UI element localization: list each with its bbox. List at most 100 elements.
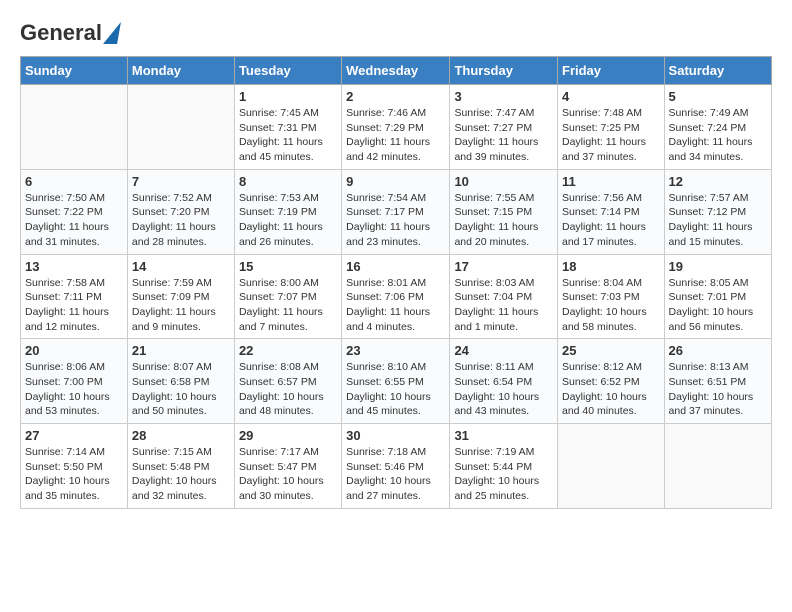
calendar-day-cell: 11 Sunrise: 7:56 AM Sunset: 7:14 PM Dayli… bbox=[558, 169, 665, 254]
calendar-header-row: SundayMondayTuesdayWednesdayThursdayFrid… bbox=[21, 57, 772, 85]
day-number: 30 bbox=[346, 428, 445, 443]
calendar-day-cell: 3 Sunrise: 7:47 AM Sunset: 7:27 PM Daylig… bbox=[450, 85, 558, 170]
day-info: Sunrise: 7:54 AM Sunset: 7:17 PM Dayligh… bbox=[346, 191, 445, 250]
day-number: 24 bbox=[454, 343, 553, 358]
calendar-header-thursday: Thursday bbox=[450, 57, 558, 85]
day-number: 18 bbox=[562, 259, 660, 274]
day-info: Sunrise: 8:01 AM Sunset: 7:06 PM Dayligh… bbox=[346, 276, 445, 335]
day-info: Sunrise: 7:45 AM Sunset: 7:31 PM Dayligh… bbox=[239, 106, 337, 165]
day-number: 21 bbox=[132, 343, 230, 358]
calendar-header-friday: Friday bbox=[558, 57, 665, 85]
day-info: Sunrise: 7:55 AM Sunset: 7:15 PM Dayligh… bbox=[454, 191, 553, 250]
calendar-day-cell: 7 Sunrise: 7:52 AM Sunset: 7:20 PM Daylig… bbox=[127, 169, 234, 254]
calendar-day-cell: 13 Sunrise: 7:58 AM Sunset: 7:11 PM Dayli… bbox=[21, 254, 128, 339]
calendar-day-cell: 2 Sunrise: 7:46 AM Sunset: 7:29 PM Daylig… bbox=[342, 85, 450, 170]
day-info: Sunrise: 7:14 AM Sunset: 5:50 PM Dayligh… bbox=[25, 445, 123, 504]
calendar-day-cell: 22 Sunrise: 8:08 AM Sunset: 6:57 PM Dayli… bbox=[234, 339, 341, 424]
day-info: Sunrise: 7:52 AM Sunset: 7:20 PM Dayligh… bbox=[132, 191, 230, 250]
calendar-day-cell: 9Sunrise: 7:54 AM Sunset: 7:17 PM Daylig… bbox=[342, 169, 450, 254]
day-info: Sunrise: 8:03 AM Sunset: 7:04 PM Dayligh… bbox=[454, 276, 553, 335]
calendar-day-cell: 12 Sunrise: 7:57 AM Sunset: 7:12 PM Dayli… bbox=[664, 169, 771, 254]
calendar-body: 1Sunrise: 7:45 AM Sunset: 7:31 PM Daylig… bbox=[21, 85, 772, 509]
calendar-day-cell: 19Sunrise: 8:05 AM Sunset: 7:01 PM Dayli… bbox=[664, 254, 771, 339]
day-number: 6 bbox=[25, 174, 123, 189]
calendar-week-row: 6 Sunrise: 7:50 AM Sunset: 7:22 PM Daylig… bbox=[21, 169, 772, 254]
calendar-day-cell: 29Sunrise: 7:17 AM Sunset: 5:47 PM Dayli… bbox=[234, 424, 341, 509]
day-number: 5 bbox=[669, 89, 767, 104]
day-info: Sunrise: 8:07 AM Sunset: 6:58 PM Dayligh… bbox=[132, 360, 230, 419]
calendar-day-cell bbox=[21, 85, 128, 170]
day-info: Sunrise: 7:19 AM Sunset: 5:44 PM Dayligh… bbox=[454, 445, 553, 504]
day-number: 3 bbox=[454, 89, 553, 104]
day-info: Sunrise: 7:57 AM Sunset: 7:12 PM Dayligh… bbox=[669, 191, 767, 250]
day-number: 13 bbox=[25, 259, 123, 274]
day-number: 17 bbox=[454, 259, 553, 274]
calendar-day-cell: 21 Sunrise: 8:07 AM Sunset: 6:58 PM Dayli… bbox=[127, 339, 234, 424]
calendar-day-cell: 25Sunrise: 8:12 AM Sunset: 6:52 PM Dayli… bbox=[558, 339, 665, 424]
day-number: 14 bbox=[132, 259, 230, 274]
calendar-day-cell: 27Sunrise: 7:14 AM Sunset: 5:50 PM Dayli… bbox=[21, 424, 128, 509]
day-info: Sunrise: 8:12 AM Sunset: 6:52 PM Dayligh… bbox=[562, 360, 660, 419]
calendar-header-saturday: Saturday bbox=[664, 57, 771, 85]
day-number: 2 bbox=[346, 89, 445, 104]
day-number: 16 bbox=[346, 259, 445, 274]
day-number: 10 bbox=[454, 174, 553, 189]
calendar-day-cell: 10 Sunrise: 7:55 AM Sunset: 7:15 PM Dayli… bbox=[450, 169, 558, 254]
calendar-week-row: 27Sunrise: 7:14 AM Sunset: 5:50 PM Dayli… bbox=[21, 424, 772, 509]
logo-general: General bbox=[20, 20, 102, 46]
calendar-week-row: 20 Sunrise: 8:06 AM Sunset: 7:00 PM Dayli… bbox=[21, 339, 772, 424]
day-info: Sunrise: 8:08 AM Sunset: 6:57 PM Dayligh… bbox=[239, 360, 337, 419]
day-info: Sunrise: 7:58 AM Sunset: 7:11 PM Dayligh… bbox=[25, 276, 123, 335]
day-info: Sunrise: 7:49 AM Sunset: 7:24 PM Dayligh… bbox=[669, 106, 767, 165]
day-info: Sunrise: 7:59 AM Sunset: 7:09 PM Dayligh… bbox=[132, 276, 230, 335]
day-info: Sunrise: 7:56 AM Sunset: 7:14 PM Dayligh… bbox=[562, 191, 660, 250]
day-number: 11 bbox=[562, 174, 660, 189]
calendar-day-cell: 18 Sunrise: 8:04 AM Sunset: 7:03 PM Dayli… bbox=[558, 254, 665, 339]
calendar-day-cell: 30 Sunrise: 7:18 AM Sunset: 5:46 PM Dayli… bbox=[342, 424, 450, 509]
calendar-day-cell bbox=[664, 424, 771, 509]
day-info: Sunrise: 8:04 AM Sunset: 7:03 PM Dayligh… bbox=[562, 276, 660, 335]
day-number: 31 bbox=[454, 428, 553, 443]
calendar-day-cell: 5 Sunrise: 7:49 AM Sunset: 7:24 PM Daylig… bbox=[664, 85, 771, 170]
day-number: 26 bbox=[669, 343, 767, 358]
day-number: 12 bbox=[669, 174, 767, 189]
day-number: 23 bbox=[346, 343, 445, 358]
calendar-header-sunday: Sunday bbox=[21, 57, 128, 85]
calendar-day-cell: 16 Sunrise: 8:01 AM Sunset: 7:06 PM Dayli… bbox=[342, 254, 450, 339]
calendar-day-cell: 23 Sunrise: 8:10 AM Sunset: 6:55 PM Dayli… bbox=[342, 339, 450, 424]
day-number: 8 bbox=[239, 174, 337, 189]
calendar-day-cell: 17 Sunrise: 8:03 AM Sunset: 7:04 PM Dayli… bbox=[450, 254, 558, 339]
day-info: Sunrise: 7:50 AM Sunset: 7:22 PM Dayligh… bbox=[25, 191, 123, 250]
day-number: 22 bbox=[239, 343, 337, 358]
calendar-day-cell: 8Sunrise: 7:53 AM Sunset: 7:19 PM Daylig… bbox=[234, 169, 341, 254]
day-info: Sunrise: 8:06 AM Sunset: 7:00 PM Dayligh… bbox=[25, 360, 123, 419]
day-number: 20 bbox=[25, 343, 123, 358]
calendar-day-cell: 14 Sunrise: 7:59 AM Sunset: 7:09 PM Dayli… bbox=[127, 254, 234, 339]
calendar-day-cell: 15 Sunrise: 8:00 AM Sunset: 7:07 PM Dayli… bbox=[234, 254, 341, 339]
calendar-day-cell: 4 Sunrise: 7:48 AM Sunset: 7:25 PM Daylig… bbox=[558, 85, 665, 170]
day-info: Sunrise: 7:47 AM Sunset: 7:27 PM Dayligh… bbox=[454, 106, 553, 165]
calendar-day-cell: 28Sunrise: 7:15 AM Sunset: 5:48 PM Dayli… bbox=[127, 424, 234, 509]
calendar-day-cell bbox=[127, 85, 234, 170]
day-number: 29 bbox=[239, 428, 337, 443]
day-info: Sunrise: 8:10 AM Sunset: 6:55 PM Dayligh… bbox=[346, 360, 445, 419]
logo: General bbox=[20, 20, 119, 46]
calendar-day-cell: 26 Sunrise: 8:13 AM Sunset: 6:51 PM Dayli… bbox=[664, 339, 771, 424]
calendar-week-row: 1Sunrise: 7:45 AM Sunset: 7:31 PM Daylig… bbox=[21, 85, 772, 170]
calendar-header-monday: Monday bbox=[127, 57, 234, 85]
day-info: Sunrise: 7:15 AM Sunset: 5:48 PM Dayligh… bbox=[132, 445, 230, 504]
day-number: 7 bbox=[132, 174, 230, 189]
page-header: General bbox=[20, 20, 772, 46]
day-info: Sunrise: 8:11 AM Sunset: 6:54 PM Dayligh… bbox=[454, 360, 553, 419]
calendar-day-cell: 1Sunrise: 7:45 AM Sunset: 7:31 PM Daylig… bbox=[234, 85, 341, 170]
day-info: Sunrise: 7:48 AM Sunset: 7:25 PM Dayligh… bbox=[562, 106, 660, 165]
day-number: 15 bbox=[239, 259, 337, 274]
day-info: Sunrise: 8:00 AM Sunset: 7:07 PM Dayligh… bbox=[239, 276, 337, 335]
day-info: Sunrise: 7:18 AM Sunset: 5:46 PM Dayligh… bbox=[346, 445, 445, 504]
day-number: 4 bbox=[562, 89, 660, 104]
calendar-header-wednesday: Wednesday bbox=[342, 57, 450, 85]
day-info: Sunrise: 7:46 AM Sunset: 7:29 PM Dayligh… bbox=[346, 106, 445, 165]
day-info: Sunrise: 8:13 AM Sunset: 6:51 PM Dayligh… bbox=[669, 360, 767, 419]
calendar-day-cell: 24 Sunrise: 8:11 AM Sunset: 6:54 PM Dayli… bbox=[450, 339, 558, 424]
calendar-day-cell: 6 Sunrise: 7:50 AM Sunset: 7:22 PM Daylig… bbox=[21, 169, 128, 254]
